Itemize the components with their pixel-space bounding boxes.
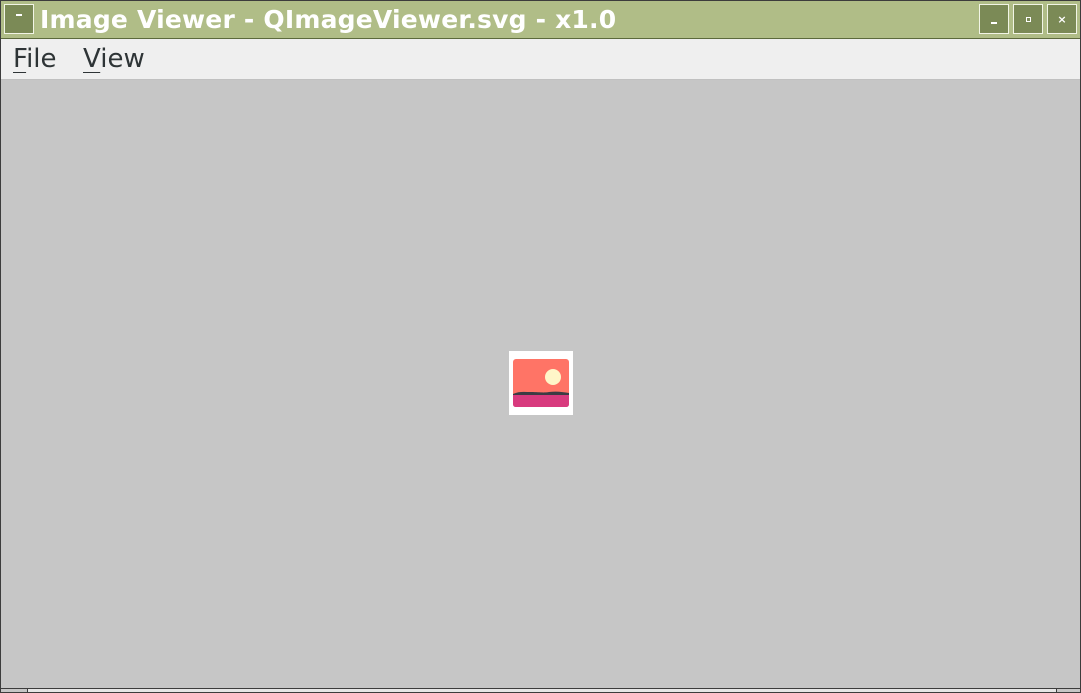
landscape-image-icon — [509, 351, 573, 415]
menu-file-label-rest: ile — [26, 44, 57, 74]
image-viewport[interactable] — [1, 80, 1080, 688]
menu-file[interactable]: File — [13, 39, 57, 79]
menu-view-label-rest: iew — [100, 44, 145, 74]
maximize-button[interactable] — [1013, 4, 1043, 34]
close-icon: × — [1057, 12, 1067, 26]
image-viewer-window: Image Viewer - QImageViewer.svg - x1.0 ×… — [0, 0, 1081, 693]
status-bar-panel — [27, 689, 1057, 692]
minimize-icon — [991, 22, 997, 24]
menu-file-mnemonic: F — [13, 44, 27, 74]
menu-view-mnemonic: V — [83, 44, 101, 74]
minimize-button[interactable] — [979, 4, 1009, 34]
menu-view[interactable]: View — [83, 39, 145, 79]
status-bar — [1, 688, 1080, 692]
window-title: Image Viewer - QImageViewer.svg - x1.0 — [40, 5, 617, 34]
window-menu-icon — [16, 14, 22, 16]
maximize-icon — [1025, 16, 1031, 22]
close-button[interactable]: × — [1047, 4, 1077, 34]
window-menu-button[interactable] — [4, 4, 34, 34]
title-bar[interactable]: Image Viewer - QImageViewer.svg - x1.0 × — [1, 1, 1080, 39]
displayed-image — [509, 351, 573, 415]
menu-bar: File View — [1, 39, 1080, 80]
